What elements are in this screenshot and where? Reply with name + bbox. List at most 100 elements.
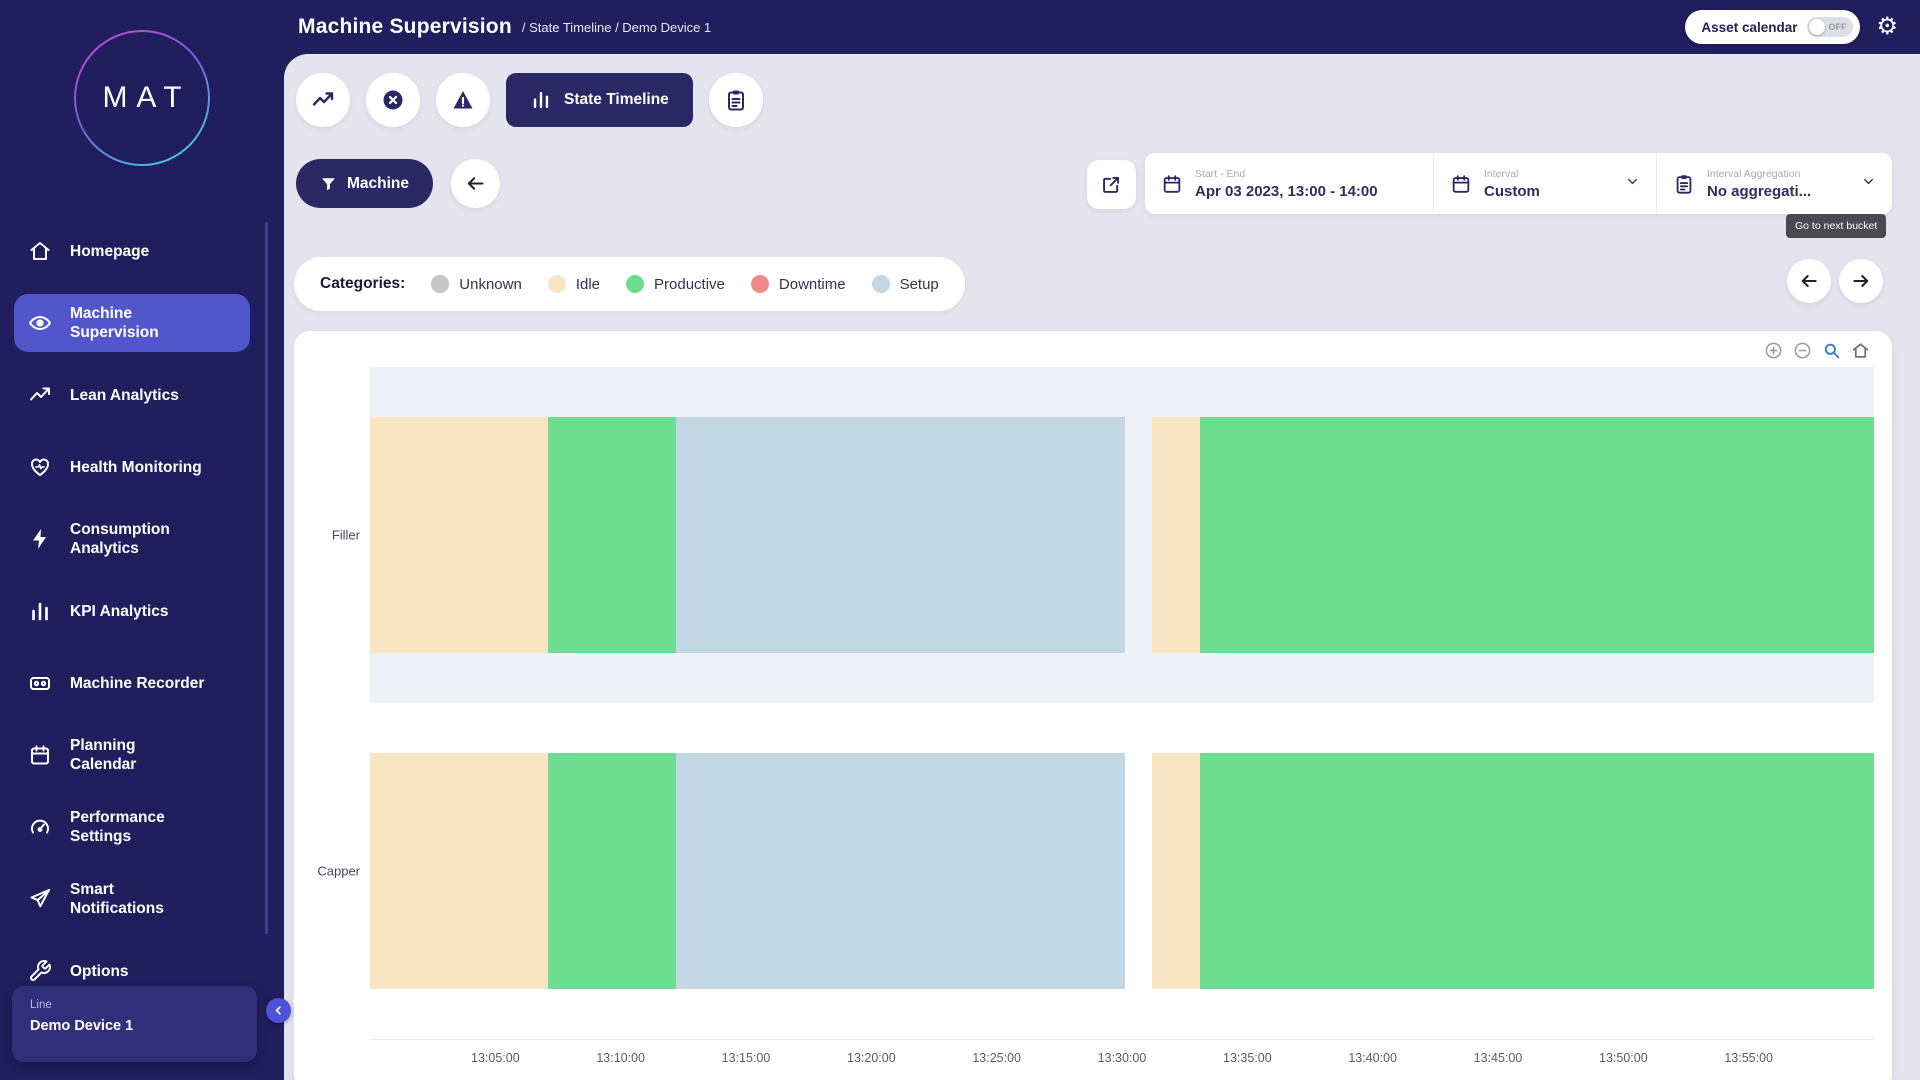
settings-gear-icon[interactable]: ⚙ (1876, 15, 1898, 39)
tab-state-timeline[interactable]: State Timeline (506, 73, 693, 127)
aggregation-label: Interval Aggregation (1707, 168, 1811, 180)
sidebar-item-label: KPI Analytics (70, 602, 169, 621)
legend-item-label: Downtime (779, 276, 846, 293)
sidebar-item-label: Health Monitoring (70, 458, 202, 477)
machine-filter-button[interactable]: Machine (296, 159, 433, 208)
timeline-chart-card: FillerCapper13:05:0013:10:0013:15:0013:2… (294, 331, 1892, 1080)
sidebar-item-smart-notifications[interactable]: Smart Notifications (14, 870, 250, 928)
interval-control[interactable]: Interval Custom (1433, 153, 1656, 214)
sidebar: MAT Homepage Machine Supervision Lean Anal… (0, 0, 284, 1080)
timeline-segment-filler-idle[interactable] (1152, 417, 1200, 652)
sidebar-item-lean-analytics[interactable]: Lean Analytics (14, 366, 250, 424)
next-bucket-tooltip: Go to next bucket (1786, 214, 1886, 238)
prev-bucket-button[interactable] (1787, 259, 1831, 303)
timeline-segment-filler-setup[interactable] (676, 417, 1125, 652)
timeline-segment-capper-setup[interactable] (676, 753, 1125, 988)
eye-icon (28, 311, 54, 335)
timeline-segment-capper-idle[interactable] (1152, 753, 1200, 988)
topbar: Machine Supervision / State Timeline / D… (284, 0, 1920, 54)
sidebar-nav: Homepage Machine Supervision Lean Analytic… (0, 222, 284, 1000)
timeline-segment-filler-idle[interactable] (370, 417, 548, 652)
clipboard-icon (724, 88, 748, 112)
timeline-segment-filler-productive[interactable] (548, 417, 676, 652)
chevron-down-icon[interactable] (1861, 174, 1876, 194)
legend-item-label: Idle (576, 276, 600, 293)
zoom-in-button[interactable] (1764, 341, 1783, 360)
sidebar-item-consumption-analytics[interactable]: Consumption Analytics (14, 510, 250, 568)
recorder-icon (28, 671, 54, 695)
legend-item-idle[interactable]: Idle (548, 275, 600, 293)
timeline-segment-capper-idle[interactable] (370, 753, 548, 988)
tab-report-button[interactable] (709, 73, 763, 127)
main-content: State Timeline Machine Sta (284, 54, 1920, 1080)
logo-text: MAT (93, 81, 190, 115)
heart-icon (28, 455, 54, 479)
legend-item-productive[interactable]: Productive (626, 275, 725, 293)
x-tick-label: 13:05:00 (471, 1051, 520, 1065)
legend-color-dot (872, 275, 890, 293)
categories-legend: Categories: Unknown Idle Productive Downtim… (294, 257, 965, 311)
warning-triangle-icon (451, 88, 475, 112)
legend-item-setup[interactable]: Setup (872, 275, 939, 293)
arrow-left-icon (1799, 271, 1819, 291)
legend-color-dot (431, 275, 449, 293)
arrow-left-icon (465, 173, 486, 194)
zoom-select-button[interactable] (1822, 341, 1841, 360)
tab-stops-button[interactable] (366, 73, 420, 127)
filter-row: Machine (296, 159, 500, 208)
machine-filter-label: Machine (347, 175, 409, 193)
legend-item-unknown[interactable]: Unknown (431, 275, 522, 293)
sidebar-item-kpi-analytics[interactable]: KPI Analytics (14, 582, 250, 640)
interval-value: Custom (1484, 183, 1540, 200)
zoom-out-button[interactable] (1793, 341, 1812, 360)
asset-calendar-label: Asset calendar (1701, 20, 1797, 35)
open-external-button[interactable] (1087, 160, 1136, 209)
sidebar-item-health-monitoring[interactable]: Health Monitoring (14, 438, 250, 496)
legend-title: Categories: (320, 275, 405, 293)
x-tick-label: 13:45:00 (1474, 1051, 1523, 1065)
x-tick-label: 13:55:00 (1724, 1051, 1773, 1065)
app-root: MAT Homepage Machine Supervision Lean Anal… (0, 0, 1920, 1080)
x-tick-label: 13:40:00 (1348, 1051, 1397, 1065)
external-link-icon (1101, 174, 1122, 195)
sidebar-item-label: Consumption Analytics (70, 520, 170, 558)
calendar-icon (1450, 173, 1472, 195)
reset-home-button[interactable] (1851, 341, 1870, 360)
aggregation-control[interactable]: Interval Aggregation No aggregati... (1656, 153, 1892, 214)
start-end-control[interactable]: Start - End Apr 03 2023, 13:00 - 14:00 (1145, 153, 1433, 214)
timeline-plot[interactable]: FillerCapper13:05:0013:10:0013:15:0013:2… (370, 367, 1874, 1040)
back-button[interactable] (451, 159, 500, 208)
device-line-label: Line (30, 999, 239, 1011)
next-bucket-button[interactable] (1839, 259, 1883, 303)
x-tick-label: 13:25:00 (972, 1051, 1021, 1065)
device-card[interactable]: Line Demo Device 1 (12, 986, 257, 1062)
asset-calendar-toggle[interactable]: OFF (1807, 17, 1853, 37)
sidebar-item-machine-recorder[interactable]: Machine Recorder (14, 654, 250, 712)
timeline-segment-filler-productive[interactable] (1200, 417, 1874, 652)
chevron-down-icon[interactable] (1625, 174, 1640, 194)
y-axis-label-filler: Filler (292, 528, 360, 543)
gauge-icon (28, 815, 54, 839)
timeline-segment-capper-productive[interactable] (548, 753, 676, 988)
tab-alarms-button[interactable] (436, 73, 490, 127)
sidebar-item-performance-settings[interactable]: Performance Settings (14, 798, 250, 856)
sidebar-item-label: Smart Notifications (70, 880, 164, 918)
x-tick-label: 13:15:00 (722, 1051, 771, 1065)
legend-item-label: Unknown (459, 276, 522, 293)
sidebar-item-homepage[interactable]: Homepage (14, 222, 250, 280)
sidebar-item-planning-calendar[interactable]: Planning Calendar (14, 726, 250, 784)
legend-item-label: Productive (654, 276, 725, 293)
calendar-icon (28, 743, 54, 767)
logo: MAT (0, 30, 284, 166)
sidebar-item-machine-supervision[interactable]: Machine Supervision (14, 294, 250, 352)
timeline-segment-capper-productive[interactable] (1200, 753, 1874, 988)
legend-item-downtime[interactable]: Downtime (751, 275, 846, 293)
sidebar-item-label: Planning Calendar (70, 736, 136, 774)
sidebar-item-label: Lean Analytics (70, 386, 179, 405)
toggle-knob (1809, 19, 1825, 35)
toggle-state-label: OFF (1828, 22, 1846, 32)
tab-trend-button[interactable] (296, 73, 350, 127)
sidebar-scrollbar[interactable] (265, 222, 268, 934)
bolt-icon (28, 527, 54, 551)
sidebar-collapse-button[interactable] (266, 998, 291, 1023)
